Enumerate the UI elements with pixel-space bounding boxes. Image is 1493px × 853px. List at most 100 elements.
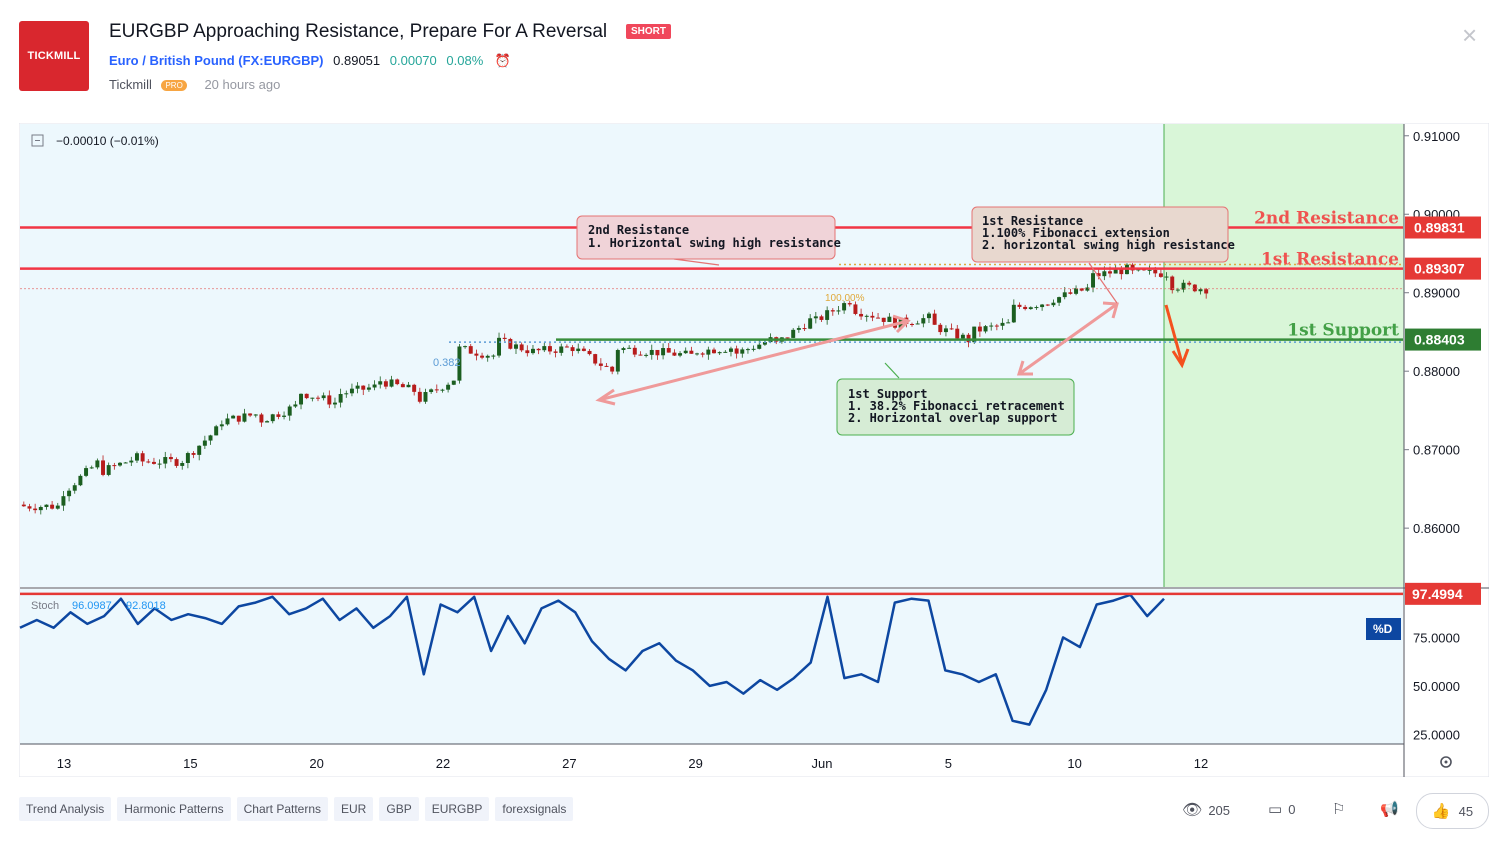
candle-body (491, 355, 496, 357)
tag-chip[interactable]: EUR (334, 797, 374, 821)
candle-body (649, 349, 654, 355)
candle-body (1011, 304, 1016, 323)
candle-body (751, 348, 756, 350)
short-badge: SHORT (626, 24, 671, 39)
publish-time: 20 hours ago (204, 77, 281, 92)
candle-body (859, 313, 864, 317)
tag-chip[interactable]: Harmonic Patterns (117, 797, 231, 821)
candle-body (870, 315, 875, 318)
candle-body (366, 387, 371, 390)
candle-body (134, 453, 139, 461)
symbol-ticker[interactable]: (FX:EURGBP) (238, 53, 323, 68)
chart-container[interactable]: 0.91000 0.90000 0.89000 0.88000 0.87000 0.860… (18, 122, 1490, 778)
candle-body (876, 317, 881, 319)
callout-title: 2nd Resistance (588, 223, 689, 237)
candle-body (146, 461, 151, 463)
candle-body (219, 424, 224, 427)
callout-1st-resistance: 1st Resistance 1.100% Fibonacci extensio… (971, 206, 1235, 263)
candle-body (943, 328, 948, 333)
candle-body (576, 348, 581, 352)
tickmill-logo[interactable]: TICKMILL (19, 21, 89, 91)
candle-body (757, 344, 762, 349)
candle-body (429, 389, 434, 393)
tag-chip[interactable]: Trend Analysis (19, 797, 112, 821)
candle-body (1164, 276, 1169, 278)
candle-body (547, 346, 552, 352)
candle-body (118, 462, 122, 466)
callout-2nd-resistance: 2nd Resistance 1. Horizontal swing high … (576, 215, 841, 260)
candle-body (225, 418, 230, 425)
author-name[interactable]: Tickmill (109, 77, 152, 92)
tag-chip[interactable]: EURGBP (424, 797, 490, 821)
candle-body (796, 328, 801, 330)
candle-body (926, 313, 931, 319)
symbol-name[interactable]: Euro / British Pound (109, 53, 235, 68)
fib-100-label: 100.00% (825, 293, 865, 304)
candle-body (819, 316, 824, 320)
candle-body (395, 379, 400, 385)
tag-chip[interactable]: forexsignals (495, 797, 574, 821)
candle-body (542, 346, 547, 351)
candle-body (1028, 307, 1033, 310)
x-tick-label: Jun (812, 756, 833, 771)
candle-body (723, 351, 728, 353)
candle-body (174, 459, 179, 466)
alarm-clock-icon[interactable]: ⏰ (495, 53, 511, 68)
like-button[interactable]: 👍 45 (1416, 793, 1489, 829)
candle-body (400, 384, 405, 388)
candle-body (361, 385, 366, 390)
candle-body (474, 353, 479, 356)
candle-body (598, 363, 603, 366)
candle-body (915, 323, 920, 325)
candle-body (1051, 302, 1056, 306)
candle-body (1187, 282, 1192, 285)
views-stat[interactable]: 👁 205 (1182, 800, 1230, 820)
candle-body (514, 344, 518, 349)
tag-chip[interactable]: GBP (379, 797, 419, 821)
candle-body (1045, 304, 1050, 306)
candle-body (372, 384, 377, 388)
stoch-d-value: 92.8018 (126, 600, 166, 612)
flag-button[interactable]: ⚐ (1332, 800, 1345, 818)
level-price-text: 0.89307 (1414, 261, 1465, 277)
candle-body (1158, 273, 1163, 277)
candle-body (270, 414, 275, 422)
candle-body (632, 347, 637, 355)
candle-body (1198, 289, 1203, 292)
close-icon[interactable]: × (1462, 22, 1477, 48)
comments-stat[interactable]: ▭ 0 (1268, 800, 1295, 818)
candle-body (78, 475, 83, 486)
candle-body (434, 389, 439, 391)
tag-chip[interactable]: Chart Patterns (236, 797, 329, 821)
candle-body (1147, 269, 1152, 271)
candle-body (530, 348, 535, 354)
candle-body (1062, 292, 1067, 298)
candle-body (321, 395, 326, 399)
candle-body (610, 366, 615, 372)
candle-body (1153, 269, 1158, 274)
candle-body (1034, 307, 1039, 309)
candle-body (644, 354, 649, 356)
candle-body (581, 348, 586, 351)
author-row: Tickmill PRO 20 hours ago (109, 77, 280, 92)
callout-line: 2. Horizontal overlap support (848, 411, 1058, 425)
candle-body (921, 318, 926, 324)
stoch-y-tick-label: 75.0000 (1413, 630, 1460, 645)
candle-body (949, 328, 954, 330)
candle-body (791, 329, 796, 338)
chart-svg[interactable]: 0.910000.900000.890000.880000.870000.860… (18, 122, 1490, 778)
candle-body (202, 440, 207, 446)
projection-zone (1164, 124, 1404, 587)
candle-body (502, 337, 507, 339)
candle-body (389, 379, 394, 387)
candle-body (180, 463, 185, 466)
level-name: 1st Support (1287, 321, 1399, 341)
candle-body (332, 402, 337, 405)
candle-body (1192, 284, 1197, 292)
candle-body (282, 415, 287, 417)
share-button[interactable]: 📢 (1380, 800, 1399, 818)
idea-title: EURGBP Approaching Resistance, Prepare F… (109, 21, 608, 42)
candle-body (1091, 273, 1096, 288)
candle-body (712, 349, 716, 354)
y-tick-label: 0.91000 (1413, 129, 1460, 144)
